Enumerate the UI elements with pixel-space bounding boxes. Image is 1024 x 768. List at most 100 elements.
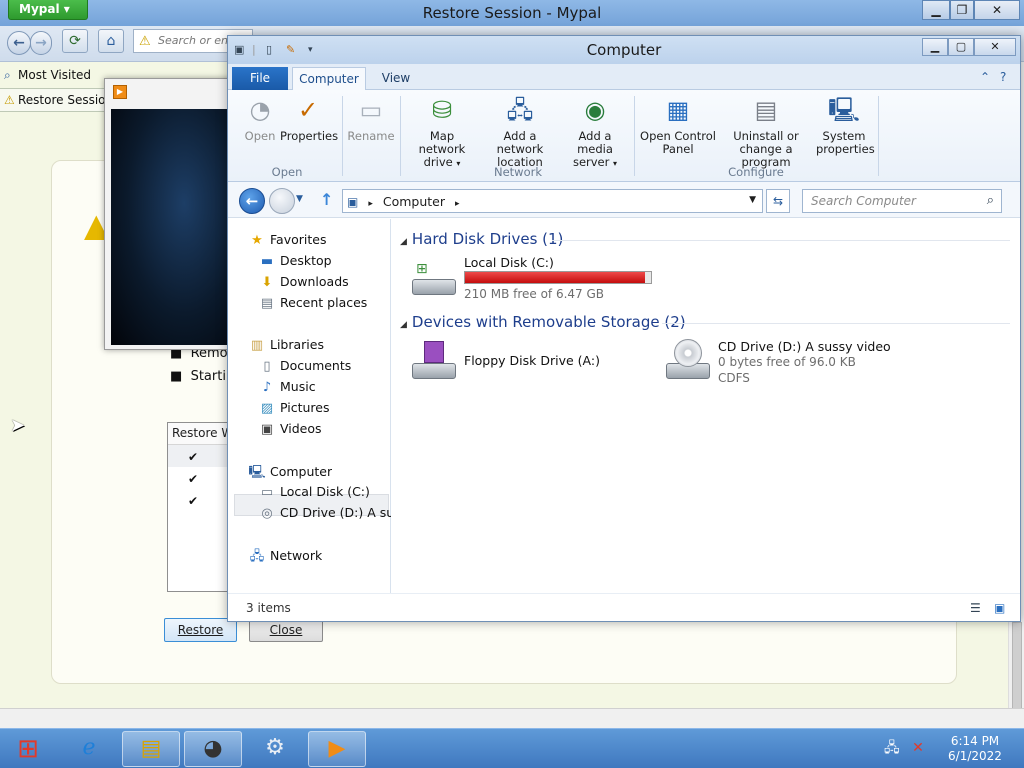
close-button[interactable]: ✕ [974,38,1016,56]
breadcrumb-computer[interactable]: Computer [383,194,445,209]
mouse-cursor-icon: ➤ [10,415,26,436]
refresh-button[interactable]: ⇆ [766,189,790,213]
tab-label-row: ⚠ Restore Session [4,93,113,107]
open-label: Open [244,129,276,143]
uninstall-label-1: Uninstall or [733,129,799,143]
nav-videos[interactable]: ▣ Videos [258,421,322,437]
rename-button[interactable]: ▭ Rename [346,94,396,143]
nav-network[interactable]: 🖧 Network [248,547,322,569]
checkbox-checked-icon[interactable]: ✔ [188,472,198,486]
windows-logo-icon: ⊞ [17,734,39,764]
nav-computer[interactable]: 🖳 Computer [248,463,332,485]
collapse-ribbon-icon[interactable]: ⌃ [980,70,990,84]
nav-label: Local Disk (C:) [280,484,370,499]
system-properties-button[interactable]: 🖳 System properties [816,94,875,156]
videos-icon: ▣ [260,422,274,437]
checkbox-checked-icon[interactable]: ✔ [188,450,198,464]
volume-muted-icon[interactable]: ✕ [912,740,924,756]
address-bar[interactable]: ▣ ▸ Computer ▸ ▼ [342,189,763,213]
section-label: Hard Disk Drives (1) [411,230,564,248]
address-dropdown-icon[interactable]: ▼ [749,195,756,205]
browser-titlebar: Mypal ▾ Restore Session - Mypal ▁ ❐ ✕ [0,0,1024,26]
nav-pictures[interactable]: ▨ Pictures [258,400,330,416]
group-separator [878,96,879,176]
nav-label: Videos [280,421,322,436]
map-network-label-1: Map network [418,129,466,156]
breadcrumb-arrow-icon: ▸ [368,199,373,209]
reload-button[interactable]: ⟳ [62,29,88,53]
taskbar-internet-explorer[interactable]: ℯ [60,731,118,767]
properties-icon: ✓ [297,96,319,124]
explorer-titlebar: ▣ | ▯ ✎ ▾ Computer ▁ ▢ ✕ [228,36,1020,64]
nav-label: Downloads [280,274,349,289]
video-surface[interactable] [111,109,233,345]
nav-label: Libraries [270,337,324,352]
forward-button[interactable] [269,188,295,214]
close-button[interactable]: ✕ [974,0,1020,20]
table-row[interactable] [168,445,231,467]
section-hard-disks[interactable]: ◢ Hard Disk Drives (1) [400,230,563,248]
open-control-panel-button[interactable]: ▦ Open Control Panel [640,94,716,156]
nav-favorites[interactable]: ★ Favorites [248,232,326,248]
properties-button[interactable]: ✓ Properties [280,94,338,143]
taskbar-settings[interactable]: ⚙ [246,731,304,767]
back-button[interactable]: ← [239,188,265,214]
uninstall-program-button[interactable]: ▤ Uninstall or change a program [716,94,816,169]
bookmark-most-visited[interactable]: ⌕ Most Visited [4,68,91,83]
nav-libraries[interactable]: ▥ Libraries [248,337,324,353]
maximize-button[interactable]: ▢ [948,38,974,56]
recent-locations-chevron-icon[interactable]: ▼ [296,194,303,204]
nav-music[interactable]: ♪ Music [258,379,316,395]
control-panel-label-2: Panel [662,142,694,156]
nav-recent-places[interactable]: ▤ Recent places [258,295,367,311]
table-header: Restore W [168,423,231,445]
home-button[interactable]: ⌂ [98,29,124,53]
up-arrow-icon[interactable]: ↑ [320,190,333,209]
player-titlebar: ▶ [105,79,233,107]
add-network-location-button[interactable]: 🖧 Add a network location [480,94,560,169]
reload-icon: ⟳ [69,33,81,49]
add-media-server-button[interactable]: ◉ Add a media server ▾ [560,94,630,170]
taskbar-media-player[interactable]: ▶ [308,731,366,767]
back-button[interactable]: ← [7,31,31,55]
minimize-button[interactable]: ▁ [922,38,948,56]
forward-button[interactable]: → [30,31,52,55]
maximize-button[interactable]: ❐ [950,0,974,20]
section-divider [552,240,1010,241]
taskbar-file-explorer[interactable]: ▤ [122,731,180,767]
tab-computer[interactable]: Computer [292,67,366,91]
music-icon: ♪ [262,380,272,395]
open-button[interactable]: ◔ Open [240,94,280,143]
restore-tree-table[interactable]: Restore W ✔ ✔ ✔ [167,422,232,592]
details-view-icon[interactable]: ☰ [970,601,981,615]
nav-documents[interactable]: ▯ Documents [258,358,351,374]
minimize-button[interactable]: ▁ [922,0,950,20]
group-separator [634,96,635,176]
drive-name: CD Drive (D:) A sussy video [718,339,891,354]
help-icon[interactable]: ? [1000,70,1006,84]
clock[interactable]: 6:14 PM 6/1/2022 [940,734,1010,764]
section-removable[interactable]: ◢ Devices with Removable Storage (2) [400,313,686,331]
drive-cd[interactable]: CD Drive (D:) A sussy video 0 bytes free… [664,339,904,391]
tab-restore-session[interactable]: ⚠ Restore Session [0,88,120,112]
nav-cd-drive[interactable]: ◎ CD Drive (D:) A sussy video [258,505,391,521]
taskbar-mypal[interactable]: ◕ [184,731,242,767]
nav-label: Desktop [280,253,332,268]
tab-view[interactable]: View [376,67,416,90]
nav-desktop[interactable]: ▬ Desktop [258,253,332,269]
video-player-window[interactable]: ▶ [104,78,234,350]
restore-icon: ❐ [956,3,968,17]
network-tray-icon[interactable]: 🖧 [884,740,900,756]
nav-local-disk[interactable]: ▭ Local Disk (C:) [258,484,370,500]
large-icons-view-icon[interactable]: ▣ [994,601,1005,615]
nav-label: Computer [270,464,333,479]
nav-downloads[interactable]: ⬇ Downloads [258,274,349,290]
drive-floppy[interactable]: Floppy Disk Drive (A:) [410,339,640,387]
tab-file[interactable]: File [232,67,288,90]
checkbox-checked-icon[interactable]: ✔ [188,494,198,508]
map-network-drive-button[interactable]: ⛁ Map network drive ▾ [406,94,478,170]
pictures-icon: ▨ [260,401,274,416]
hard-disk-icon: ▭ [260,485,274,500]
search-input[interactable]: Search Computer ⌕ [802,189,1002,213]
start-button[interactable]: ⊞ [4,731,52,767]
